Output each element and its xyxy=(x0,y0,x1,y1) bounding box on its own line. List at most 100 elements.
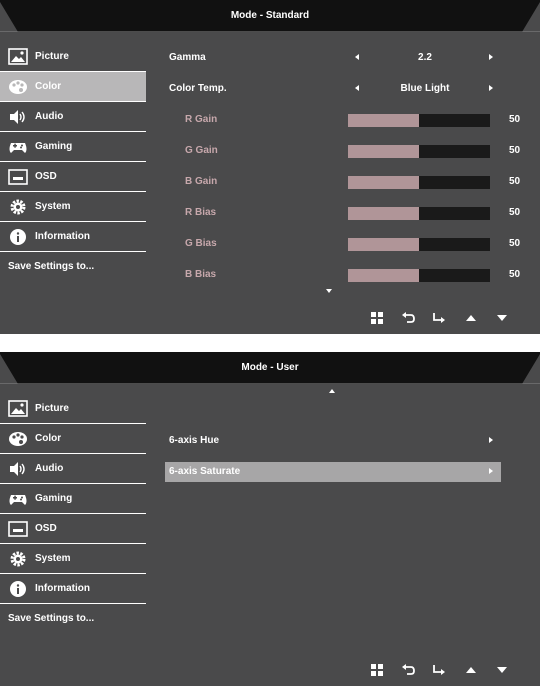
sidebar-item-information[interactable]: Information xyxy=(0,574,146,604)
enter-icon[interactable] xyxy=(431,310,447,326)
slider-label: R Gain xyxy=(185,114,218,125)
return-icon[interactable] xyxy=(400,310,416,326)
sidebar-item-label: Information xyxy=(35,583,90,594)
slider-label: R Bias xyxy=(185,207,217,218)
slider-track[interactable] xyxy=(348,176,490,189)
osd-screen-icon xyxy=(8,168,28,186)
mode-title: Mode - User xyxy=(241,362,299,373)
sidebar-item-color[interactable]: Color xyxy=(0,424,146,454)
title-bar: Mode - User xyxy=(0,352,540,384)
scroll-down-icon[interactable] xyxy=(326,289,332,293)
osd-panel-user: Mode - User Picture Color Audio Gaming O… xyxy=(0,352,540,686)
sidebar-item-information[interactable]: Information xyxy=(0,222,146,252)
b-gain-row[interactable]: B Gain 50 xyxy=(165,172,520,192)
sidebar-item-label: Information xyxy=(35,231,90,242)
r-gain-row[interactable]: R Gain 50 xyxy=(165,110,520,130)
picture-icon xyxy=(8,48,28,66)
b-bias-row[interactable]: B Bias 50 xyxy=(165,265,520,285)
arrow-left-icon[interactable] xyxy=(355,54,359,60)
gamma-row[interactable]: Gamma 2.2 xyxy=(165,48,505,68)
sidebar-item-label: Color xyxy=(35,433,62,444)
up-icon[interactable] xyxy=(463,310,479,326)
gear-icon xyxy=(8,550,28,568)
arrow-right-icon[interactable] xyxy=(489,85,493,91)
sidebar-item-system[interactable]: System xyxy=(0,192,146,222)
down-icon[interactable] xyxy=(494,662,510,678)
slider-track[interactable] xyxy=(348,238,490,251)
slider-track[interactable] xyxy=(348,114,490,127)
slider-value: 50 xyxy=(509,207,521,218)
slider-value: 50 xyxy=(509,238,521,249)
slider-value: 50 xyxy=(509,145,521,156)
picture-icon xyxy=(8,400,28,418)
menu-grid-icon[interactable] xyxy=(369,662,385,678)
palette-icon xyxy=(8,430,28,448)
menu-grid-icon[interactable] xyxy=(369,310,385,326)
six-axis-saturate-label: 6-axis Saturate xyxy=(169,466,241,477)
sidebar-menu: Picture Color Audio Gaming OSD System In… xyxy=(0,42,146,282)
sidebar-item-gaming[interactable]: Gaming xyxy=(0,484,146,514)
sidebar-item-label: Color xyxy=(35,81,62,92)
sidebar-item-label: Audio xyxy=(35,463,64,474)
six-axis-hue-row[interactable]: 6-axis Hue xyxy=(165,431,505,451)
sidebar-item-label: Gaming xyxy=(35,141,73,152)
info-icon xyxy=(8,228,28,246)
gamma-label: Gamma xyxy=(169,52,206,63)
sidebar-item-osd[interactable]: OSD xyxy=(0,514,146,544)
arrow-right-icon[interactable] xyxy=(489,468,493,474)
scroll-up-icon[interactable] xyxy=(329,389,335,393)
sidebar-item-audio[interactable]: Audio xyxy=(0,454,146,484)
sidebar-item-label: Gaming xyxy=(35,493,73,504)
arrow-left-icon[interactable] xyxy=(355,85,359,91)
color-temp-row[interactable]: Color Temp. Blue Light xyxy=(165,79,505,99)
sidebar-item-label: System xyxy=(35,201,71,212)
gamepad-icon xyxy=(8,490,28,508)
six-axis-saturate-row[interactable]: 6-axis Saturate xyxy=(165,462,501,482)
slider-value: 50 xyxy=(509,269,521,280)
slider-fill xyxy=(348,176,419,189)
nav-button-bar xyxy=(364,662,514,678)
sidebar-item-save-settings[interactable]: Save Settings to... xyxy=(0,252,146,282)
arrow-right-icon[interactable] xyxy=(489,437,493,443)
nav-button-bar xyxy=(364,310,514,326)
sidebar-item-audio[interactable]: Audio xyxy=(0,102,146,132)
slider-track[interactable] xyxy=(348,145,490,158)
slider-fill xyxy=(348,269,419,282)
gamma-value: 2.2 xyxy=(418,52,432,63)
sidebar-item-label: System xyxy=(35,553,71,564)
slider-fill xyxy=(348,207,419,220)
speaker-icon xyxy=(8,108,28,126)
g-gain-row[interactable]: G Gain 50 xyxy=(165,141,520,161)
slider-track[interactable] xyxy=(348,207,490,220)
sidebar-menu: Picture Color Audio Gaming OSD System In… xyxy=(0,394,146,634)
slider-track[interactable] xyxy=(348,269,490,282)
slider-fill xyxy=(348,145,419,158)
color-temp-label: Color Temp. xyxy=(169,83,227,94)
sidebar-item-save-settings[interactable]: Save Settings to... xyxy=(0,604,146,634)
slider-label: G Gain xyxy=(185,145,218,156)
sidebar-item-label: Picture xyxy=(35,51,69,62)
sidebar-item-picture[interactable]: Picture xyxy=(0,394,146,424)
sidebar-item-picture[interactable]: Picture xyxy=(0,42,146,72)
osd-screen-icon xyxy=(8,520,28,538)
sidebar-item-osd[interactable]: OSD xyxy=(0,162,146,192)
up-icon[interactable] xyxy=(463,662,479,678)
color-temp-value: Blue Light xyxy=(400,83,450,94)
slider-value: 50 xyxy=(509,176,521,187)
sidebar-item-color[interactable]: Color xyxy=(0,72,146,102)
return-icon[interactable] xyxy=(400,662,416,678)
slider-fill xyxy=(348,114,419,127)
sidebar-item-gaming[interactable]: Gaming xyxy=(0,132,146,162)
sidebar-item-label: OSD xyxy=(35,171,57,182)
arrow-right-icon[interactable] xyxy=(489,54,493,60)
sidebar-item-label: Audio xyxy=(35,111,64,122)
gamepad-icon xyxy=(8,138,28,156)
enter-icon[interactable] xyxy=(431,662,447,678)
down-icon[interactable] xyxy=(494,310,510,326)
sidebar-item-system[interactable]: System xyxy=(0,544,146,574)
mode-title: Mode - Standard xyxy=(230,10,310,21)
sidebar-item-label: Picture xyxy=(35,403,69,414)
r-bias-row[interactable]: R Bias 50 xyxy=(165,203,520,223)
speaker-icon xyxy=(8,460,28,478)
g-bias-row[interactable]: G Bias 50 xyxy=(165,234,520,254)
